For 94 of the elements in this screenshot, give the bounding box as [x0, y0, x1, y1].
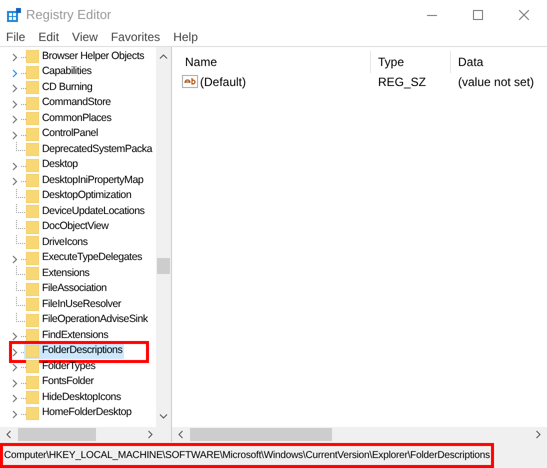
folder-icon	[26, 406, 39, 420]
tree-item[interactable]: DeviceUpdateLocations	[24, 204, 147, 220]
tree-line-icon	[21, 119, 26, 120]
menu-item[interactable]: Help	[173, 28, 198, 46]
app-icon	[7, 8, 21, 22]
tree-item[interactable]: FolderDescriptions	[24, 344, 124, 359]
menu-item[interactable]: Edit	[38, 28, 60, 46]
horizontal-scrollbar[interactable]	[172, 427, 547, 442]
column-header[interactable]: Data	[458, 53, 484, 71]
scrollbar-thumb[interactable]	[190, 428, 332, 441]
tree-item[interactable]: DesktopIniPropertyMap	[24, 173, 146, 188]
folder-icon	[26, 158, 39, 172]
folder-icon	[26, 314, 39, 327]
scroll-up-icon	[159, 54, 168, 59]
folder-icon	[26, 128, 39, 141]
tree-item[interactable]: FindExtensions	[24, 328, 110, 344]
tree-item[interactable]: DesktopOptimization	[24, 188, 134, 204]
scroll-down-icon	[159, 414, 168, 419]
menu-item[interactable]: File	[6, 28, 26, 46]
window-title: Registry Editor	[26, 6, 112, 24]
folder-icon	[26, 220, 39, 234]
scroll-right-icon	[536, 430, 541, 439]
tree-item[interactable]: CommonPlaces	[24, 111, 114, 126]
close-icon	[519, 10, 529, 20]
tree-line-icon	[16, 297, 26, 306]
folder-icon	[26, 391, 39, 404]
scroll-left-icon	[178, 430, 183, 439]
folder-icon	[26, 205, 39, 218]
folder-icon	[26, 174, 39, 188]
folder-icon	[26, 252, 39, 265]
column-header[interactable]: Type	[378, 53, 404, 71]
folder-icon	[26, 66, 39, 79]
tree-line-icon	[16, 312, 26, 322]
scroll-right-icon	[148, 430, 153, 439]
tree-line-icon	[21, 57, 26, 58]
horizontal-scrollbar[interactable]	[0, 427, 171, 442]
tree-item[interactable]: Extensions	[24, 266, 92, 282]
tree-item[interactable]: CommandStore	[24, 96, 113, 111]
tree-line-icon	[16, 266, 26, 275]
tree-item[interactable]: CD Burning	[24, 80, 94, 96]
tree-line-icon	[21, 367, 26, 368]
menu-item[interactable]: View	[72, 28, 98, 46]
tree-item[interactable]: FolderTypes	[24, 359, 98, 374]
folder-icon	[26, 298, 39, 312]
scrollbar-thumb[interactable]	[18, 428, 96, 441]
menu-item[interactable]: Favorites	[110, 28, 160, 46]
folder-icon	[26, 143, 39, 156]
tree-item[interactable]: FileAssociation	[24, 282, 109, 297]
folder-icon	[26, 267, 39, 280]
tree-item[interactable]: HideDesktopIcons	[24, 390, 123, 406]
tree-line-icon	[21, 336, 26, 337]
minimize-icon	[427, 14, 437, 16]
folder-icon	[26, 236, 39, 250]
folder-icon	[26, 50, 39, 64]
tree-line-icon	[21, 88, 26, 89]
tree-item[interactable]: DeprecatedSystemPacka	[24, 142, 154, 158]
table-cell: REG_SZ	[378, 75, 426, 89]
tree-line-icon	[16, 188, 26, 198]
folder-icon	[26, 282, 39, 296]
tree-line-icon	[16, 235, 26, 244]
folder-icon	[26, 190, 39, 203]
scrollbar-thumb[interactable]	[157, 258, 170, 274]
table-cell-text: (Default)	[200, 74, 246, 91]
tree-item[interactable]: DriveIcons	[24, 235, 90, 250]
tree-line-icon	[16, 204, 26, 213]
tree-item[interactable]: ControlPanel	[24, 126, 100, 142]
tree-item[interactable]: ExecuteTypeDelegates	[24, 250, 144, 266]
column-header[interactable]: Name	[185, 53, 218, 71]
table-cell: (value not set)	[458, 75, 534, 89]
tree-item[interactable]: FileInUseResolver	[24, 297, 123, 312]
vertical-scrollbar[interactable]	[156, 47, 171, 427]
folder-icon	[26, 112, 39, 126]
tree-line-icon	[16, 142, 26, 151]
tree-line-icon	[16, 220, 26, 228]
tree-item[interactable]: FontsFolder	[24, 374, 96, 390]
folder-icon	[26, 81, 39, 94]
tree-line-icon	[16, 282, 26, 290]
folder-icon	[26, 96, 39, 110]
scroll-left-icon	[6, 430, 11, 439]
folder-icon	[26, 329, 39, 342]
tree-item[interactable]: HomeFolderDesktop	[24, 406, 134, 421]
tree-item[interactable]: Browser Helper Objects	[24, 49, 146, 64]
status-path: Computer\HKEY_LOCAL_MACHINE\SOFTWARE\Microsoft\Windows\CurrentVersion\Explorer\FolderDescriptions	[0, 442, 494, 468]
maximize-icon	[473, 10, 483, 20]
tree-item[interactable]: FileOperationAdviseSink	[24, 312, 150, 328]
folder-icon	[26, 344, 39, 358]
tree-item[interactable]: Capabilities	[24, 64, 94, 80]
string-value-icon	[182, 75, 198, 89]
tree-item[interactable]: DocObjectView	[24, 220, 110, 235]
folder-icon	[26, 376, 39, 389]
tree-line-icon	[21, 181, 26, 182]
folder-icon	[26, 360, 39, 374]
tree-item[interactable]: Desktop	[24, 158, 80, 173]
tree-line-icon	[21, 398, 26, 399]
